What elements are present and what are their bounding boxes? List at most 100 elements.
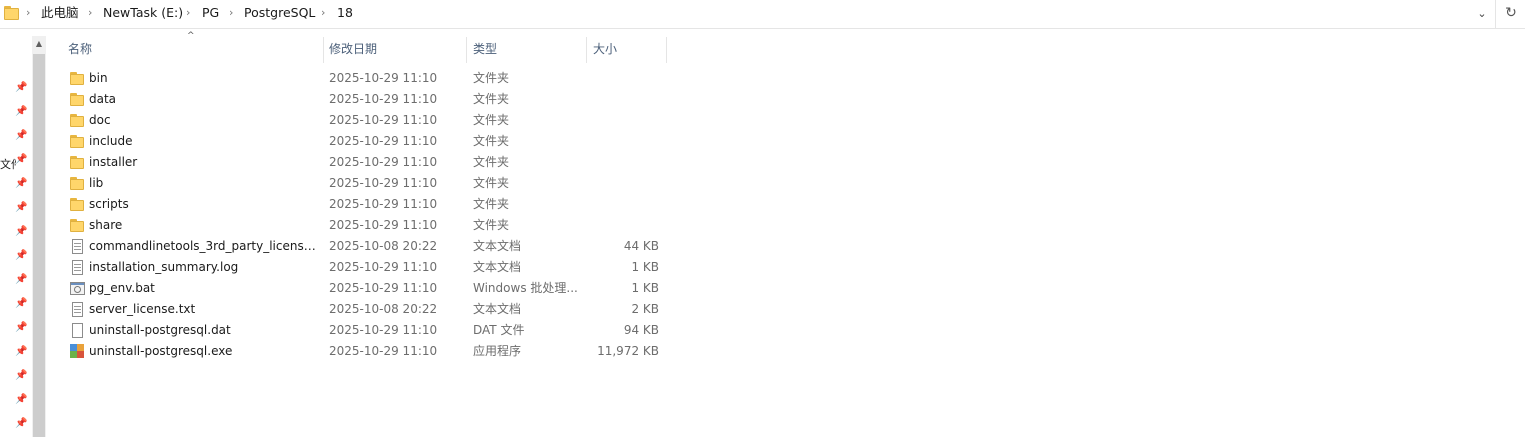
file-type: Windows 批处理... [473, 281, 578, 295]
pin-icon[interactable]: 📌 [15, 298, 27, 310]
breadcrumb-18[interactable]: 18 [337, 0, 353, 28]
chevron-right-icon[interactable]: › [229, 0, 233, 28]
file-row[interactable]: server_license.txt 2025-10-08 20:22 文本文档 2 … [62, 299, 666, 320]
file-name: installation_summary.log [89, 260, 239, 274]
blank-file-icon [70, 323, 85, 338]
modified-date: 2025-10-29 11:10 [329, 92, 438, 106]
file-type: 应用程序 [473, 344, 522, 358]
folder-icon [70, 134, 85, 149]
file-row[interactable]: commandlinetools_3rd_party_licenses... 20… [62, 236, 666, 257]
column-divider[interactable] [666, 37, 667, 63]
folder-icon [70, 197, 85, 212]
modified-date: 2025-10-29 11:10 [329, 323, 438, 337]
file-row[interactable]: lib 2025-10-29 11:10 文件夹 [62, 173, 666, 194]
pin-icon[interactable]: 📌 [15, 130, 27, 142]
column-header-type[interactable]: 类型 [473, 37, 583, 63]
folder-icon [70, 218, 85, 233]
file-name: doc [89, 113, 111, 127]
file-name: share [89, 218, 123, 232]
modified-date: 2025-10-29 11:10 [329, 344, 438, 358]
file-row[interactable]: pg_env.bat 2025-10-29 11:10 Windows 批处理...… [62, 278, 666, 299]
breadcrumb-drive[interactable]: NewTask (E:) [103, 0, 183, 28]
file-name: scripts [89, 197, 129, 211]
pin-icon[interactable]: 📌 [15, 394, 27, 406]
column-divider[interactable] [323, 37, 324, 63]
pin-icon[interactable]: 📌 [15, 346, 27, 358]
address-bar[interactable]: › 此电脑 › NewTask (E:) › PG › PostgreSQL ›… [0, 0, 1525, 29]
modified-date: 2025-10-29 11:10 [329, 260, 438, 274]
breadcrumb-this-pc[interactable]: 此电脑 [41, 0, 79, 28]
chevron-right-icon[interactable]: › [26, 0, 30, 28]
file-type: 文本文档 [473, 260, 522, 274]
file-row[interactable]: include 2025-10-29 11:10 文件夹 [62, 131, 666, 152]
scroll-up-icon[interactable]: ▲ [32, 36, 46, 52]
file-type: DAT 文件 [473, 323, 525, 337]
text-document-icon [70, 239, 85, 254]
breadcrumb-pg[interactable]: PG [202, 0, 219, 28]
chevron-right-icon[interactable]: › [88, 0, 92, 28]
nav-label[interactable]: 文件 [0, 156, 16, 172]
modified-date: 2025-10-29 11:10 [329, 218, 438, 232]
scrollbar-thumb[interactable] [33, 54, 45, 437]
file-type: 文件夹 [473, 218, 510, 232]
pin-icon[interactable]: 📌 [15, 250, 27, 262]
text-document-icon [70, 260, 85, 275]
column-header-name[interactable]: 名称 [68, 37, 318, 63]
file-name: bin [89, 71, 108, 85]
pin-icon[interactable]: 📌 [15, 418, 27, 430]
file-type: 文件夹 [473, 113, 510, 127]
pin-icon[interactable]: 📌 [15, 178, 27, 190]
file-row[interactable]: data 2025-10-29 11:10 文件夹 [62, 89, 666, 110]
chevron-right-icon[interactable]: › [186, 0, 190, 28]
file-size: 44 KB [623, 239, 659, 253]
file-size: 94 KB [623, 323, 659, 337]
file-row[interactable]: uninstall-postgresql.exe 2025-10-29 11:10… [62, 341, 666, 362]
batch-file-icon [70, 281, 85, 296]
file-name: commandlinetools_3rd_party_licenses... [89, 239, 319, 253]
file-row[interactable]: bin 2025-10-29 11:10 文件夹 [62, 68, 666, 89]
nav-scrollbar[interactable]: ▲ [32, 36, 46, 437]
modified-date: 2025-10-29 11:10 [329, 155, 438, 169]
file-row[interactable]: installer 2025-10-29 11:10 文件夹 [62, 152, 666, 173]
pin-icon[interactable]: 📌 [15, 154, 27, 166]
navigation-pane[interactable]: 文件 📌 📌 📌 📌 📌 📌 📌 📌 📌 📌 📌 📌 📌 📌 📌 [0, 29, 32, 437]
file-type: 文件夹 [473, 197, 510, 211]
file-row[interactable]: scripts 2025-10-29 11:10 文件夹 [62, 194, 666, 215]
modified-date: 2025-10-29 11:10 [329, 197, 438, 211]
breadcrumb-postgresql[interactable]: PostgreSQL [244, 0, 315, 28]
modified-date: 2025-10-29 11:10 [329, 176, 438, 190]
file-name: data [89, 92, 117, 106]
folder-icon [70, 155, 85, 170]
column-header-size[interactable]: 大小 [593, 37, 663, 63]
column-divider[interactable] [586, 37, 587, 63]
modified-date: 2025-10-08 20:22 [329, 239, 438, 253]
chevron-down-icon[interactable]: ⌄ [1470, 0, 1494, 28]
pin-icon[interactable]: 📌 [15, 82, 27, 94]
modified-date: 2025-10-29 11:10 [329, 134, 438, 148]
column-divider[interactable] [466, 37, 467, 63]
file-type: 文本文档 [473, 302, 522, 316]
pin-icon[interactable]: 📌 [15, 226, 27, 238]
pin-icon[interactable]: 📌 [15, 370, 27, 382]
modified-date: 2025-10-29 11:10 [329, 71, 438, 85]
folder-icon [70, 176, 85, 191]
pin-icon[interactable]: 📌 [15, 202, 27, 214]
pin-icon[interactable]: 📌 [15, 274, 27, 286]
file-size: 1 KB [631, 260, 659, 274]
file-row[interactable]: installation_summary.log 2025-10-29 11:10… [62, 257, 666, 278]
file-name: server_license.txt [89, 302, 196, 316]
text-document-icon [70, 302, 85, 317]
file-row[interactable]: doc 2025-10-29 11:10 文件夹 [62, 110, 666, 131]
folder-icon [70, 92, 85, 107]
file-row[interactable]: uninstall-postgresql.dat 2025-10-29 11:10… [62, 320, 666, 341]
folder-icon [70, 113, 85, 128]
column-header-date[interactable]: 修改日期 [329, 37, 459, 63]
folder-icon [70, 71, 85, 86]
refresh-icon[interactable]: ↻ [1500, 0, 1522, 28]
pin-icon[interactable]: 📌 [15, 106, 27, 118]
file-row[interactable]: share 2025-10-29 11:10 文件夹 [62, 215, 666, 236]
modified-date: 2025-10-29 11:10 [329, 281, 438, 295]
file-type: 文件夹 [473, 155, 510, 169]
chevron-right-icon[interactable]: › [321, 0, 325, 28]
pin-icon[interactable]: 📌 [15, 322, 27, 334]
